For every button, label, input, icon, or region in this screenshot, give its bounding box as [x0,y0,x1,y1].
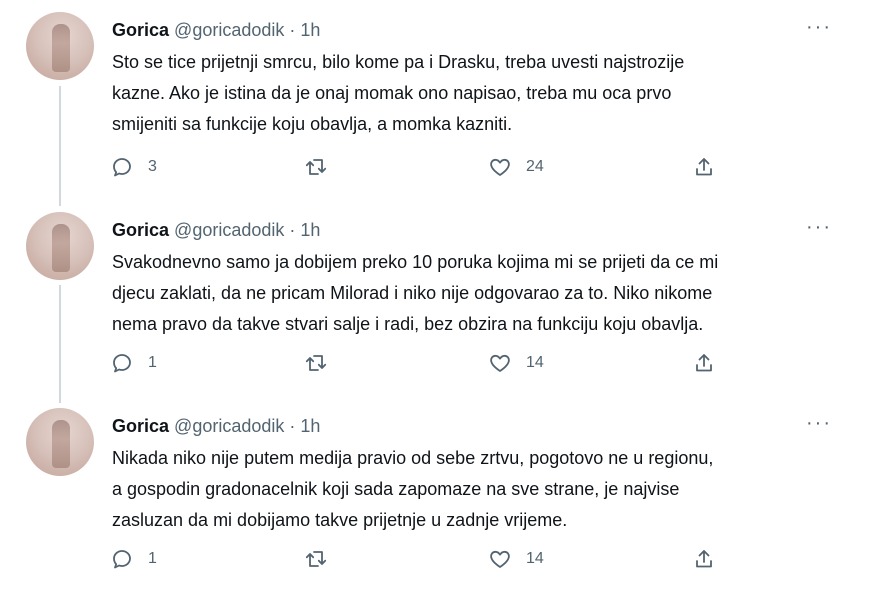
retweet-button[interactable] [304,544,342,574]
like-icon [490,354,510,372]
like-button[interactable]: 24 [488,152,544,182]
like-count: 14 [526,550,544,567]
reply-count: 1 [148,550,157,567]
tweet[interactable]: Gorica @goricadodik · 1h ··· Nikada niko… [0,408,880,596]
reply-button[interactable]: 1 [110,544,157,574]
tweet-text: Nikada niko nije putem medija pravio od … [112,448,714,530]
like-icon [490,550,510,568]
reply-count: 1 [148,354,157,371]
avatar[interactable] [26,408,94,476]
like-count: 14 [526,354,544,371]
share-icon [696,550,712,568]
reply-button[interactable]: 1 [110,348,157,378]
author-handle[interactable]: @goricadodik [174,20,284,40]
tweet-header: Gorica @goricadodik · 1h [112,19,320,41]
reply-icon [113,158,131,177]
tweet-header: Gorica @goricadodik · 1h [112,219,320,241]
reply-button[interactable]: 3 [110,152,157,182]
author-name[interactable]: Gorica [112,416,169,436]
reply-count: 3 [148,158,157,175]
retweet-button[interactable] [304,348,342,378]
share-button[interactable] [692,348,716,378]
retweet-icon [305,551,327,567]
avatar[interactable] [26,212,94,280]
avatar[interactable] [26,12,94,80]
avatar-figure [52,24,70,72]
more-icon[interactable]: ··· [806,413,832,433]
like-button[interactable]: 14 [488,544,544,574]
timestamp[interactable]: 1h [300,20,320,40]
tweet[interactable]: Gorica @goricadodik · 1h ··· Sto se tice… [0,12,880,200]
avatar-figure [52,420,70,468]
retweet-button[interactable] [304,152,342,182]
share-button[interactable] [692,152,716,182]
share-icon [696,354,712,372]
more-icon[interactable]: ··· [806,17,832,37]
tweet-header: Gorica @goricadodik · 1h [112,415,320,437]
tweet-thread: Gorica @goricadodik · 1h ··· Sto se tice… [0,0,880,600]
like-button[interactable]: 14 [488,348,544,378]
more-icon[interactable]: ··· [806,217,832,237]
tweet[interactable]: Gorica @goricadodik · 1h ··· Svakodnevno… [0,212,880,400]
tweet-actions: 1 14 [104,544,744,574]
timestamp[interactable]: 1h [300,220,320,240]
share-button[interactable] [692,544,716,574]
tweet-text: Sto se tice prijetnji smrcu, bilo kome p… [112,52,685,134]
separator-dot: · [289,220,296,240]
author-name[interactable]: Gorica [112,220,169,240]
retweet-icon [305,159,327,175]
reply-icon [113,550,131,569]
like-icon [490,158,510,176]
reply-icon [113,354,131,373]
like-count: 24 [526,158,544,175]
author-name[interactable]: Gorica [112,20,169,40]
share-icon [696,158,712,176]
avatar-figure [52,224,70,272]
author-handle[interactable]: @goricadodik [174,220,284,240]
separator-dot: · [289,20,296,40]
retweet-icon [305,355,327,371]
timestamp[interactable]: 1h [300,416,320,436]
separator-dot: · [289,416,296,436]
author-handle[interactable]: @goricadodik [174,416,284,436]
tweet-actions: 3 24 [104,152,744,182]
tweet-text: Svakodnevno samo ja dobijem preko 10 por… [112,252,719,334]
tweet-actions: 1 14 [104,348,744,378]
